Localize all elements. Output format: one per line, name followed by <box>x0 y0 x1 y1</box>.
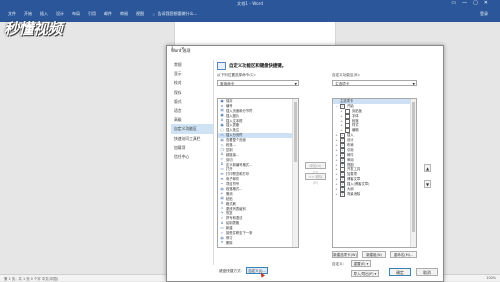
nav-item[interactable]: 高级 <box>171 115 213 124</box>
word-options-dialog: Word 选项 ? ✕ 常规 显示 校对 保存 版式 语言 高级 自定义功能区 … <box>166 45 444 282</box>
nav-item[interactable]: 快速访问工具栏 <box>171 134 213 143</box>
choose-from-label: 从下列位置选择命令(C): <box>217 73 256 77</box>
dialog-controls[interactable]: ? ✕ <box>171 47 439 52</box>
tab-review[interactable]: 审阅 <box>120 11 128 17</box>
customize-ribbon-dropdown[interactable]: 主选项卡 ▼ <box>332 80 417 86</box>
reset-dropdown[interactable]: 重置(E) ▾ <box>351 260 371 267</box>
sign-in-link[interactable]: 登录 <box>480 11 488 17</box>
shape-icon: ◇ <box>220 142 224 147</box>
remove-button[interactable]: << 删除(R) <box>305 173 326 185</box>
rename-button[interactable]: 重命名(M)... <box>390 251 417 258</box>
print-icon: ▤ <box>220 137 224 142</box>
customize-ribbon-icon <box>217 62 226 70</box>
tab-design[interactable]: 设计 <box>56 11 64 17</box>
commands-scrollbar[interactable] <box>292 99 298 247</box>
bullet-icon: • <box>221 181 223 186</box>
title-ribbon: 文档1 - Word ▭—▢✕ 文件 开始 插入 设计 布局 引用 邮件 审阅 … <box>0 0 500 22</box>
customize-ribbon-label: 自定义功能区(B): <box>332 73 361 77</box>
tab-file[interactable]: 文件 <box>8 11 16 17</box>
nav-item[interactable]: 常规 <box>171 60 213 69</box>
customize-ribbon-value: 主选项卡 <box>335 82 350 86</box>
pagebreak-icon: ▭ <box>220 132 224 137</box>
nav-item[interactable]: 显示 <box>171 69 213 78</box>
nav-item[interactable]: 加载项 <box>171 143 213 152</box>
maximize-icon[interactable]: ▢ <box>473 0 484 6</box>
dialog-titlebar: Word 选项 ? ✕ <box>167 46 443 54</box>
ribbon-display-icon[interactable]: ▭ <box>451 0 462 6</box>
command-label: 删除 <box>226 240 233 245</box>
ribbon-tabs: 文件 开始 插入 设计 布局 引用 邮件 审阅 视图 ♢ 告诉我您想要做什么... <box>8 11 197 17</box>
accept-icon: ✓ <box>220 230 224 235</box>
section-heading: 自定义功能区和键盘快捷键。 <box>217 62 286 70</box>
nav-item[interactable]: 语言 <box>171 106 213 115</box>
customize-keyboard-button[interactable]: 自定义(I)... <box>246 267 268 274</box>
save-icon: ▣ <box>220 98 224 103</box>
choose-commands-value: 常用命令 <box>220 82 235 86</box>
customizations-label: 自定义: <box>332 262 344 266</box>
customize-panel: 自定义功能区和键盘快捷键。 从下列位置选择命令(C): 常用命令 ▼ 自定义功能… <box>217 60 439 277</box>
paste-icon: ▤ <box>220 186 224 191</box>
scroll-thumb[interactable] <box>412 102 415 232</box>
mail-icon: ✉ <box>220 176 224 181</box>
window-controls: ▭—▢✕ <box>451 0 494 6</box>
cancel-button[interactable]: 取消 <box>416 268 438 276</box>
lightbulb-icon: ♢ <box>152 11 156 17</box>
tree-item[interactable]: + ✓ 背景消除 <box>333 191 416 197</box>
move-down-button[interactable]: ▼ <box>424 180 431 188</box>
import-export-dropdown[interactable]: 导入/导出(P) ▾ <box>351 270 379 277</box>
delete-icon: ✕ <box>220 240 224 245</box>
font-icon: A <box>220 220 224 225</box>
new-icon: ▭ <box>220 225 224 230</box>
tab-layout[interactable]: 布局 <box>72 11 80 17</box>
new-group-button[interactable]: 新建组(N) <box>362 251 386 258</box>
ok-button[interactable]: 确定 <box>389 268 411 276</box>
tab-references[interactable]: 引用 <box>88 11 96 17</box>
nav-item[interactable]: 信任中心 <box>171 152 213 161</box>
keyboard-shortcuts-label: 键盘快捷方式: <box>219 269 242 273</box>
scroll-thumb[interactable] <box>294 102 297 162</box>
collapse-icon[interactable]: − <box>335 104 338 109</box>
status-left: 第 1 页，共 1 页 0 个字 中文(中国) <box>4 276 58 281</box>
add-button[interactable]: 添加(A) >> <box>305 162 326 174</box>
checkbox[interactable]: ✓ <box>340 191 345 197</box>
close-icon[interactable]: ✕ <box>484 0 494 6</box>
chevron-down-icon: ▼ <box>294 82 297 86</box>
nav-item[interactable]: 保存 <box>171 88 213 97</box>
nav-item[interactable]: 校对 <box>171 78 213 87</box>
tab-home[interactable]: 开始 <box>24 11 32 17</box>
tell-me-text: 告诉我您想要做什么... <box>157 11 198 16</box>
minimize-icon[interactable]: — <box>462 0 473 6</box>
new-tab-button[interactable]: 新建选项卡(W) <box>332 251 358 258</box>
zoom-level[interactable]: 100% <box>486 276 496 280</box>
options-nav: 常规 显示 校对 保存 版式 语言 高级 自定义功能区 快速访问工具栏 加载项 … <box>171 60 214 265</box>
tree-scrollbar[interactable] <box>410 99 416 247</box>
nav-item-customize-ribbon[interactable]: 自定义功能区 <box>171 124 213 134</box>
commands-list[interactable]: ▣ 保存 ≡ 编号 ▤ 插入页面和分节符 ▦ 插入图片 A 插入文本框 ▦ 插入表格 ▢ 插入批注 ▭ 插入分… <box>217 98 299 248</box>
expand-icon[interactable]: + <box>335 192 338 197</box>
window-title: 文档1 - Word <box>237 1 263 6</box>
tree-label: 背景消除 <box>347 191 361 196</box>
watermark-logo: 秒懂视频 <box>4 20 63 38</box>
move-up-button[interactable]: ▲ <box>424 164 431 172</box>
choose-commands-dropdown[interactable]: 常用命令 ▼ <box>217 80 299 86</box>
ribbon-tree[interactable]: 主选项卡 − ✓ 开始 + 剪贴板 + 字体 + 段落 + 样式 + 编辑 + ✓ 插入 + ✓ 设计 + ✓ 布局 + ✓ 引用… <box>332 98 417 248</box>
tell-me-box[interactable]: ♢ 告诉我您想要做什么... <box>152 11 197 17</box>
tab-insert[interactable]: 插入 <box>40 11 48 17</box>
heading-text: 自定义功能区和键盘快捷键。 <box>229 64 287 69</box>
tab-view[interactable]: 视图 <box>136 11 144 17</box>
tab-mailings[interactable]: 邮件 <box>104 11 112 17</box>
chevron-down-icon: ▼ <box>412 82 415 86</box>
nav-item[interactable]: 版式 <box>171 97 213 106</box>
command-item[interactable]: ✕ 删除 <box>218 241 298 246</box>
